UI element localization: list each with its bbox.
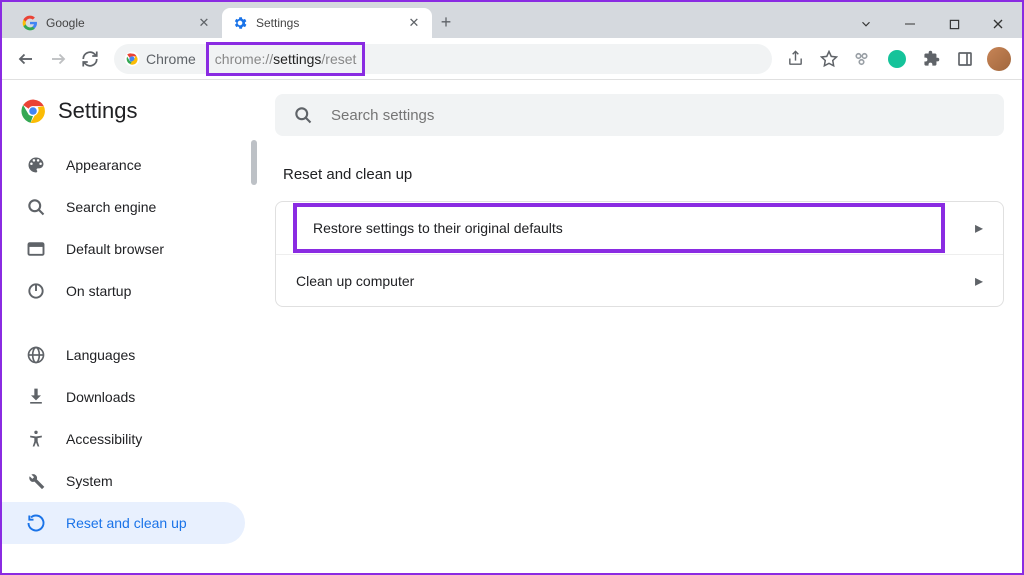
sidebar-item-label: System <box>66 473 113 489</box>
chevron-right-icon: ▸ <box>975 218 983 238</box>
power-icon <box>26 281 46 301</box>
sidebar-item-search-engine[interactable]: Search engine <box>2 186 245 228</box>
globe-icon <box>26 345 46 365</box>
sidebar-item-label: Reset and clean up <box>66 515 187 531</box>
sidebar-item-label: Accessibility <box>66 431 142 447</box>
grammarly-icon[interactable] <box>882 44 912 74</box>
row-label: Clean up computer <box>296 273 414 289</box>
row-label: Restore settings to their original defau… <box>313 220 563 236</box>
tab-settings[interactable]: Settings ✕ <box>222 8 432 38</box>
default-browser-icon <box>26 239 46 259</box>
highlight-box: Restore settings to their original defau… <box>293 203 945 253</box>
chrome-icon <box>124 51 140 67</box>
sidebar-item-appearance[interactable]: Appearance <box>2 144 245 186</box>
sidebar-item-label: Languages <box>66 347 135 363</box>
sidebar-header: Settings <box>20 98 257 124</box>
sidebar-item-reset[interactable]: Reset and clean up <box>2 502 245 544</box>
chevron-right-icon: ▸ <box>975 271 983 291</box>
title-bar: Google ✕ Settings ✕ + <box>2 2 1022 38</box>
sidebar-item-on-startup[interactable]: On startup <box>2 270 245 312</box>
sidebar: Settings Appearance Search engine Defaul… <box>2 80 257 573</box>
window-controls <box>844 6 1020 38</box>
share-icon[interactable] <box>780 44 810 74</box>
sidepanel-icon[interactable] <box>950 44 980 74</box>
close-icon[interactable]: ✕ <box>406 15 422 31</box>
tab-google[interactable]: Google ✕ <box>12 8 222 38</box>
search-settings-input[interactable] <box>331 107 986 124</box>
sidebar-item-label: Search engine <box>66 199 156 215</box>
new-tab-button[interactable]: + <box>432 8 460 36</box>
search-icon <box>26 197 46 217</box>
google-favicon-icon <box>22 15 38 31</box>
search-settings[interactable] <box>275 94 1004 136</box>
chrome-logo-icon <box>20 98 46 124</box>
wrench-icon <box>26 471 46 491</box>
sidebar-item-downloads[interactable]: Downloads <box>2 376 245 418</box>
sidebar-item-accessibility[interactable]: Accessibility <box>2 418 245 460</box>
maximize-button[interactable] <box>932 10 976 38</box>
address-bar[interactable]: Chrome chrome://settings/reset <box>114 44 772 74</box>
accessibility-icon <box>26 429 46 449</box>
palette-icon <box>26 155 46 175</box>
search-icon <box>293 105 313 125</box>
sidebar-item-label: Default browser <box>66 241 164 257</box>
sidebar-item-system[interactable]: System <box>2 460 245 502</box>
star-icon[interactable] <box>814 44 844 74</box>
restore-icon <box>26 513 46 533</box>
toolbar-right-icons <box>780 44 1014 74</box>
site-chip-label: Chrome <box>146 51 196 67</box>
download-icon <box>26 387 46 407</box>
sidebar-item-label: Appearance <box>66 157 142 173</box>
sidebar-item-label: Downloads <box>66 389 135 405</box>
settings-gear-icon <box>232 15 248 31</box>
section-title: Reset and clean up <box>283 166 1004 183</box>
sidebar-item-default-browser[interactable]: Default browser <box>2 228 245 270</box>
row-restore-defaults[interactable]: Restore settings to their original defau… <box>276 202 1003 254</box>
sidebar-item-languages[interactable]: Languages <box>2 334 245 376</box>
dropdown-icon[interactable] <box>844 10 888 38</box>
url-highlight: chrome://settings/reset <box>206 42 366 76</box>
tab-title: Settings <box>256 16 299 30</box>
toolbar: Chrome chrome://settings/reset <box>2 38 1022 80</box>
site-chip: Chrome <box>124 51 196 67</box>
link-icon[interactable] <box>848 44 878 74</box>
extensions-icon[interactable] <box>916 44 946 74</box>
row-clean-up[interactable]: Clean up computer ▸ <box>276 254 1003 306</box>
close-icon[interactable]: ✕ <box>196 15 212 31</box>
content: Reset and clean up Restore settings to t… <box>257 80 1022 573</box>
main-area: Settings Appearance Search engine Defaul… <box>2 80 1022 573</box>
close-button[interactable] <box>976 10 1020 38</box>
sidebar-item-label: On startup <box>66 283 131 299</box>
reload-button[interactable] <box>74 43 106 75</box>
tabs-area: Google ✕ Settings ✕ + <box>2 2 844 38</box>
url-text: chrome://settings/reset <box>215 51 357 67</box>
back-button[interactable] <box>10 43 42 75</box>
minimize-button[interactable] <box>888 10 932 38</box>
settings-card: Restore settings to their original defau… <box>275 201 1004 307</box>
sidebar-title: Settings <box>58 98 138 124</box>
profile-avatar[interactable] <box>984 44 1014 74</box>
forward-button[interactable] <box>42 43 74 75</box>
tab-title: Google <box>46 16 85 30</box>
